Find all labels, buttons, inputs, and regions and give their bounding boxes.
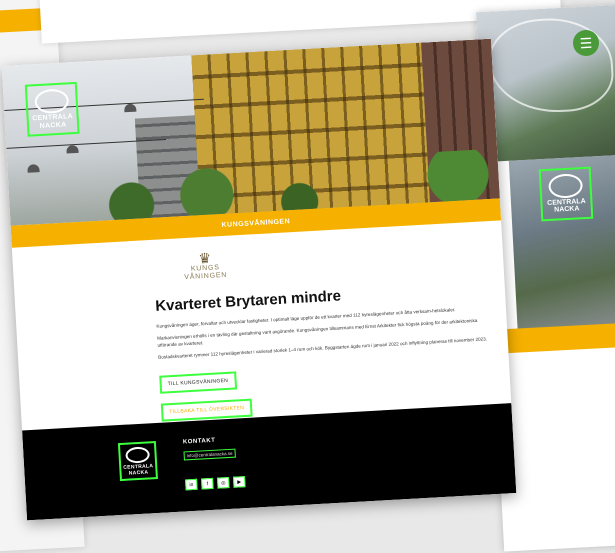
logo-mark-icon (34, 88, 70, 115)
youtube-icon[interactable]: ▶ (232, 476, 246, 488)
logo-centrala-nacka[interactable]: CENTRALA NACKA (24, 81, 80, 137)
social-links: in f ◎ ▶ (185, 476, 246, 491)
hero-image: CENTRALA NACKA (1, 38, 500, 226)
instagram-icon[interactable]: ◎ (216, 476, 230, 489)
brand-logo-kungsvaningen: ♛ KUNGS VÅNINGEN (174, 249, 236, 282)
footer: CENTRALA NACKA KONTAKT info@centralanack… (22, 403, 517, 521)
facebook-icon[interactable]: f (201, 477, 214, 490)
footer-logo-centrala-nacka[interactable]: CENTRALA NACKA (117, 441, 158, 482)
article-content: ♛ KUNGS VÅNINGEN Kvarteret Brytaren mind… (152, 235, 501, 422)
project-page: CENTRALA NACKA KUNGSVÅNINGEN ♛ KUNGS VÅN… (1, 38, 517, 521)
contact-heading: KONTAKT (182, 437, 216, 446)
logo-mark-icon (547, 173, 584, 199)
logo-mark-icon (125, 446, 151, 464)
logo-centrala-nacka-secondary[interactable]: CENTRALA NACKA (538, 166, 594, 222)
linkedin-icon[interactable]: in (185, 478, 198, 491)
contact-email-link[interactable]: info@centralanacka.se (183, 448, 236, 461)
